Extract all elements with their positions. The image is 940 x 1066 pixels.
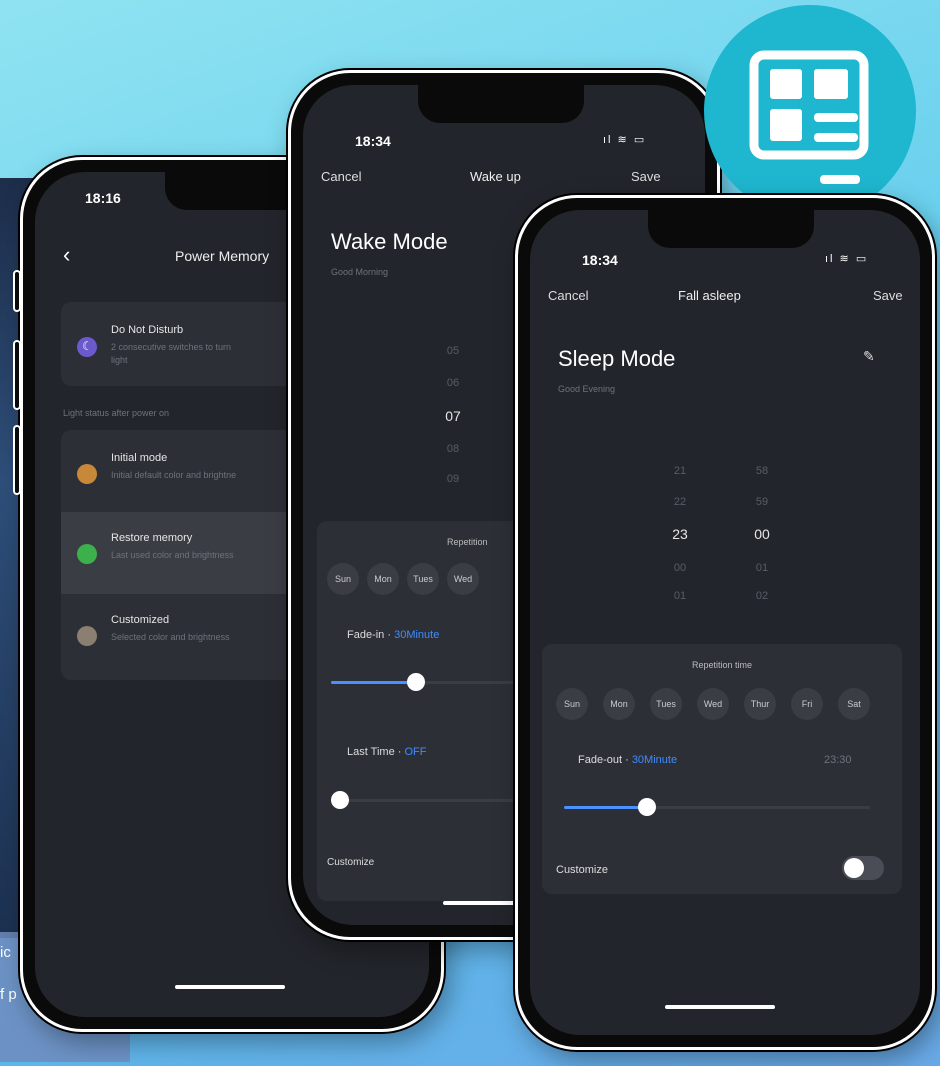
fade-out-slider[interactable] [564,798,870,816]
hour-option[interactable]: 05 [433,345,473,357]
last-time-row: Last Time · OFF [347,746,426,758]
status-icons: ıl ≋ ▭ [603,134,647,146]
cancel-button[interactable]: Cancel [321,169,361,184]
notch [648,210,814,248]
greeting: Good Evening [558,384,616,394]
slider-thumb[interactable] [331,791,349,809]
custom-icon [77,626,97,646]
option-desc: Selected color and brightness [111,632,230,642]
customize-toggle[interactable] [842,856,884,880]
page-title: Wake up [470,169,521,184]
save-button[interactable]: Save [631,169,661,184]
minute-option[interactable]: 02 [742,590,782,602]
hour-selected[interactable]: 07 [433,408,473,424]
caption-line-1: ic [0,944,11,961]
hour-option[interactable]: 00 [660,562,700,574]
cancel-button[interactable]: Cancel [548,288,588,303]
option-desc: Last used color and brightness [111,550,234,560]
fade-out-label: Fade-out · [578,754,632,766]
page-title: Power Memory [175,248,270,264]
dnd-title: Do Not Disturb [111,324,184,336]
customize-label: Customize [327,857,375,868]
screen: 18:34 ıl ≋ ▭ Cancel Fall asleep Save Sle… [530,210,920,1035]
hour-option[interactable]: 21 [660,465,700,477]
hour-option[interactable]: 09 [433,473,473,485]
mode-title: Wake Mode [331,229,448,254]
dnd-desc-2: light [111,355,128,365]
day-wed[interactable]: Wed [697,688,729,720]
day-wed[interactable]: Wed [447,563,479,595]
slider-fill [331,681,416,684]
minute-option[interactable]: 01 [742,562,782,574]
day-sat[interactable]: Sat [838,688,870,720]
day-thur[interactable]: Thur [744,688,776,720]
save-button[interactable]: Save [873,288,903,303]
toggle-knob [844,858,864,878]
layout-badge [704,5,916,217]
option-title: Customized [111,614,170,626]
phone-fall-asleep: 18:34 ıl ≋ ▭ Cancel Fall asleep Save Sle… [515,195,935,1050]
fade-in-label: Fade-in · [347,629,395,641]
memory-icon [77,544,97,564]
hour-option[interactable]: 22 [660,496,700,508]
repetition-label: Repetition [447,537,488,547]
day-tues[interactable]: Tues [407,563,439,595]
side-button [13,425,21,495]
mode-title: Sleep Mode [558,346,676,371]
slider-fill [564,806,647,809]
minute-option[interactable]: 58 [742,465,782,477]
side-button [13,270,21,312]
fade-out-value: 30Minute [631,754,678,766]
section-label: Light status after power on [63,408,170,418]
day-sun[interactable]: Sun [327,563,359,595]
customize-label: Customize [556,864,608,876]
fade-in-row: Fade-in · 30Minute [347,629,439,641]
page-title: Fall asleep [678,288,741,303]
bulb-icon [77,464,97,484]
day-mon[interactable]: Mon [367,563,399,595]
hour-selected[interactable]: 23 [660,526,700,542]
greeting: Good Morning [331,267,389,277]
minute-option[interactable]: 59 [742,496,782,508]
slider-thumb[interactable] [407,673,425,691]
option-title: Initial mode [111,452,168,464]
home-indicator [175,985,285,989]
repetition-label: Repetition time [691,660,753,670]
notch [418,85,584,123]
day-tues[interactable]: Tues [650,688,682,720]
last-time-value: OFF [404,746,427,758]
slider-thumb[interactable] [638,798,656,816]
back-icon[interactable]: ‹ [63,242,70,268]
status-time: 18:34 [582,252,618,268]
home-indicator [665,1005,775,1009]
status-time: 18:16 [85,190,121,206]
caption-line-2: f p [0,986,17,1003]
option-title: Restore memory [111,532,193,544]
hour-option[interactable]: 01 [660,590,700,602]
hour-option[interactable]: 06 [433,377,473,389]
layout-icon [749,50,869,184]
moon-icon: ☾ [77,337,97,357]
minute-selected[interactable]: 00 [742,526,782,542]
day-mon[interactable]: Mon [603,688,635,720]
option-desc: Initial default color and brightne [111,470,237,480]
status-time: 18:34 [355,133,391,149]
day-sun[interactable]: Sun [556,688,588,720]
side-button [13,340,21,410]
day-fri[interactable]: Fri [791,688,823,720]
fade-in-value: 30Minute [394,629,440,641]
status-icons: ıl ≋ ▭ [825,253,869,265]
last-time-label: Last Time · [347,746,405,758]
fade-out-row: Fade-out · 30Minute [578,754,677,766]
hour-option[interactable]: 08 [433,443,473,455]
settings-card: Repetition time Sun Mon Tues Wed Thur Fr… [542,644,902,894]
dnd-desc: 2 consecutive switches to turn [111,342,232,352]
edit-icon[interactable]: ✎ [863,348,875,365]
fade-out-time: 23:30 [824,754,852,766]
